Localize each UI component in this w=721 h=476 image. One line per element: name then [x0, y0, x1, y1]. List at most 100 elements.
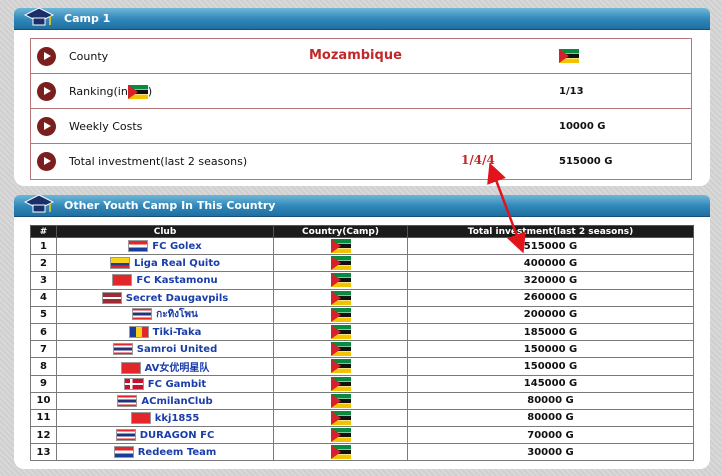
thailand-flag-icon	[117, 394, 138, 407]
mozambique-flag-icon	[330, 428, 351, 443]
club-link[interactable]: Redeem Team	[138, 447, 217, 458]
country-name: Mozambique	[309, 48, 402, 63]
table-row: 10 ACmilanClub 80000 G	[30, 391, 694, 410]
club-link[interactable]: กะทิงโพน	[156, 309, 198, 320]
investment-cell: 145000 G	[407, 374, 694, 393]
play-icon[interactable]	[37, 47, 56, 66]
club-link[interactable]: FC Kastamonu	[136, 275, 217, 286]
club-cell[interactable]: Samroi United	[56, 340, 274, 359]
mozambique-flag-icon	[330, 359, 351, 374]
info-label: Weekly Costs	[69, 120, 143, 133]
weekly-costs-value: 10000 G	[559, 121, 606, 132]
table-row: 1 FC Golex 515000 G	[30, 236, 694, 256]
info-row-weekly-costs: Weekly Costs 10000 G	[31, 109, 691, 144]
thailand-flag-icon	[112, 343, 133, 356]
china-flag-icon	[120, 361, 141, 374]
rank-cell: 1	[30, 236, 57, 256]
country-camp-cell	[273, 322, 408, 342]
play-icon[interactable]	[37, 117, 56, 136]
club-cell[interactable]: AV女优明星队	[56, 357, 274, 376]
mozambique-flag-icon	[330, 290, 351, 305]
graduation-cap-icon	[24, 194, 54, 213]
mozambique-flag-icon	[330, 376, 351, 391]
play-icon[interactable]	[37, 82, 56, 101]
ecuador-flag-icon	[109, 257, 130, 270]
club-cell[interactable]: kkj1855	[56, 408, 274, 428]
info-label: County	[69, 50, 109, 63]
investment-cell: 70000 G	[407, 426, 694, 445]
club-link[interactable]: ACmilanClub	[141, 396, 212, 407]
club-cell[interactable]: FC Golex	[56, 236, 274, 256]
thailand-flag-icon	[115, 429, 136, 442]
table-row: 8 AV女优明星队 150000 G	[30, 357, 694, 376]
mozambique-flag-icon	[330, 342, 351, 357]
club-cell[interactable]: FC Gambit	[56, 374, 274, 393]
info-row-total-investment: Total investment(last 2 seasons) 1/4/4 5…	[31, 144, 691, 179]
investment-cell: 30000 G	[407, 443, 694, 462]
club-link[interactable]: AV女优明星队	[145, 363, 210, 374]
romania-flag-icon	[128, 326, 149, 339]
rank-cell: 2	[30, 254, 57, 273]
croatia-flag-icon	[113, 446, 134, 459]
table-row: 13 Redeem Team 30000 G	[30, 443, 694, 462]
country-camp-cell	[273, 288, 408, 307]
club-link[interactable]: Tiki-Taka	[153, 327, 202, 338]
club-link[interactable]: DURAGON FC	[140, 430, 215, 441]
club-link[interactable]: Liga Real Quito	[134, 258, 220, 269]
thailand-flag-icon	[132, 308, 153, 321]
club-cell[interactable]: Tiki-Taka	[56, 322, 274, 342]
country-camp-cell	[273, 357, 408, 376]
country-camp-cell	[273, 374, 408, 393]
table-row: 5 กะทิงโพน 200000 G	[30, 305, 694, 324]
rank-cell: 10	[30, 391, 57, 410]
rank-cell: 11	[30, 408, 57, 428]
clubs-table: # Club Country(Camp) Total investment(la…	[30, 225, 694, 462]
table-row: 4 Secret Daugavpils 260000 G	[30, 288, 694, 307]
other-camps-panel-body: # Club Country(Camp) Total investment(la…	[14, 217, 710, 469]
club-cell[interactable]: DURAGON FC	[56, 426, 274, 445]
china-flag-icon	[130, 411, 151, 424]
investment-cell: 515000 G	[407, 236, 694, 256]
turkey-flag-icon	[112, 274, 133, 287]
club-link[interactable]: FC Golex	[152, 241, 201, 252]
club-link[interactable]: kkj1855	[155, 413, 200, 424]
info-row-ranking: Ranking(in) 1/13	[31, 74, 691, 109]
ranking-value: 1/13	[559, 86, 584, 97]
club-cell[interactable]: Secret Daugavpils	[56, 288, 274, 307]
info-row-county: County Mozambique	[31, 39, 691, 74]
country-flag-icon	[127, 85, 148, 99]
country-camp-cell	[273, 408, 408, 428]
table-row: 11 kkj1855 80000 G	[30, 408, 694, 428]
investment-cell: 400000 G	[407, 254, 694, 273]
club-cell[interactable]: Redeem Team	[56, 443, 274, 462]
rank-cell: 9	[30, 374, 57, 393]
club-link[interactable]: Samroi United	[137, 344, 217, 355]
table-row: 7 Samroi United 150000 G	[30, 340, 694, 359]
club-cell[interactable]: ACmilanClub	[56, 391, 274, 410]
column-header-club: Club	[56, 225, 274, 238]
table-row: 9 FC Gambit 145000 G	[30, 374, 694, 393]
mozambique-flag-icon	[330, 273, 351, 288]
club-link[interactable]: Secret Daugavpils	[126, 293, 228, 304]
club-cell[interactable]: FC Kastamonu	[56, 271, 274, 290]
mozambique-flag-icon	[330, 410, 351, 425]
croatia-flag-icon	[128, 240, 149, 253]
play-icon[interactable]	[37, 152, 56, 171]
country-camp-cell	[273, 391, 408, 410]
info-label: Total investment(last 2 seasons)	[69, 155, 248, 168]
rank-cell: 6	[30, 322, 57, 342]
rank-cell: 5	[30, 305, 57, 324]
country-camp-cell	[273, 236, 408, 256]
country-flag-icon	[559, 49, 579, 64]
column-header-rank: #	[30, 225, 57, 238]
country-camp-cell	[273, 443, 408, 462]
clubs-table-header: # Club Country(Camp) Total investment(la…	[30, 225, 694, 238]
mozambique-flag-icon	[330, 445, 351, 460]
club-link[interactable]: FC Gambit	[148, 379, 206, 390]
club-cell[interactable]: Liga Real Quito	[56, 254, 274, 273]
investment-cell: 320000 G	[407, 271, 694, 290]
table-row: 12 DURAGON FC 70000 G	[30, 426, 694, 445]
club-cell[interactable]: กะทิงโพน	[56, 305, 274, 324]
mozambique-flag-icon	[330, 393, 351, 408]
column-header-country: Country(Camp)	[273, 225, 408, 238]
